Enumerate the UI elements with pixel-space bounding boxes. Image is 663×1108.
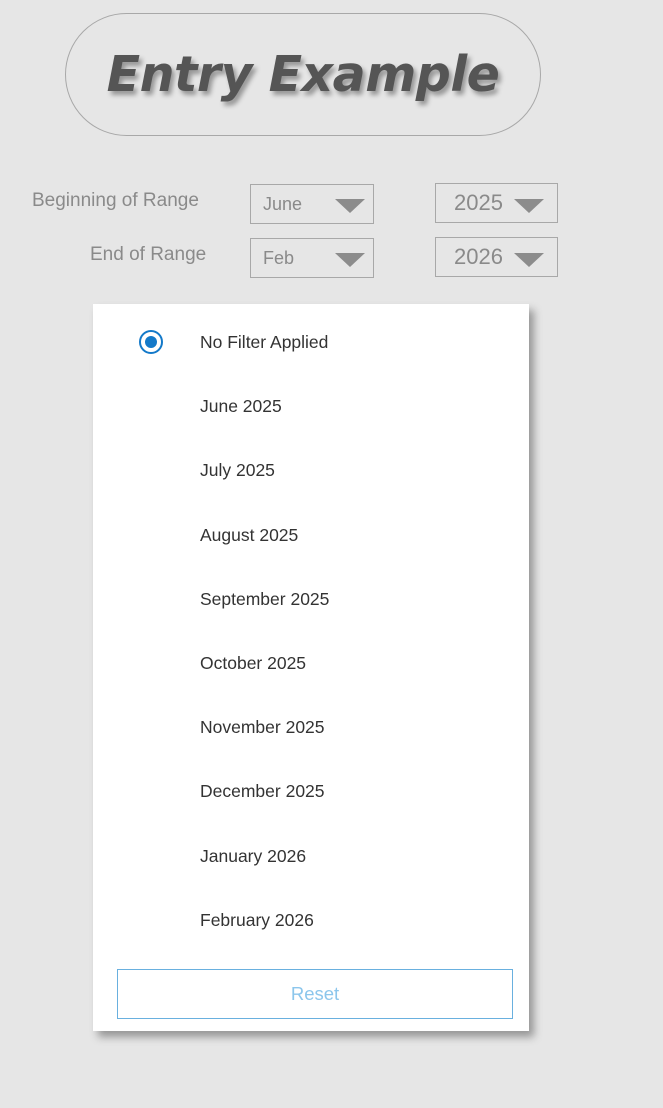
filter-option-label: August 2025: [200, 524, 299, 545]
end-year-select[interactable]: 2026: [435, 237, 558, 277]
beginning-year-select[interactable]: 2025: [435, 183, 558, 223]
filter-option-label: July 2025: [200, 459, 275, 480]
filter-option-label: November 2025: [200, 716, 325, 737]
title-banner: Entry Example: [65, 13, 541, 136]
beginning-month-select[interactable]: June: [250, 184, 374, 224]
end-month-select[interactable]: Feb: [250, 238, 374, 278]
filter-option-label: December 2025: [200, 780, 325, 801]
radio-selected-icon[interactable]: [139, 330, 163, 354]
beginning-month-value: June: [263, 193, 303, 214]
filter-option-label: September 2025: [200, 588, 330, 609]
filter-option[interactable]: December 2025: [93, 771, 529, 811]
filter-option[interactable]: November 2025: [93, 707, 529, 747]
filter-option-label: October 2025: [200, 652, 307, 673]
end-month-value: Feb: [263, 247, 295, 268]
filter-option[interactable]: August 2025: [93, 515, 529, 555]
beginning-year-value: 2025: [454, 190, 503, 215]
filter-option[interactable]: June 2025: [93, 386, 529, 426]
filter-option[interactable]: January 2026: [93, 836, 529, 876]
filter-option[interactable]: February 2026: [93, 900, 529, 940]
page-title: Entry Example: [106, 46, 500, 103]
end-year-value: 2026: [454, 244, 503, 269]
reset-button[interactable]: Reset: [117, 969, 513, 1019]
filter-option-label: February 2026: [200, 909, 314, 930]
filter-option[interactable]: October 2025: [93, 643, 529, 683]
beginning-of-range-label: Beginning of Range: [32, 190, 199, 211]
dropdown-arrow-icon: [514, 199, 544, 213]
filter-option-label: June 2025: [200, 395, 282, 416]
entry-example-page: Entry Example Beginning of Range June 20…: [0, 0, 663, 1108]
dropdown-arrow-icon: [335, 199, 365, 213]
filter-option[interactable]: September 2025: [93, 579, 529, 619]
end-of-range-label: End of Range: [90, 244, 207, 265]
filter-option-label: January 2026: [200, 845, 307, 866]
filter-option[interactable]: July 2025: [93, 450, 529, 490]
dropdown-arrow-icon: [335, 253, 365, 267]
filter-option-label: No Filter Applied: [200, 331, 329, 352]
filter-dropdown-menu: No Filter Applied June 2025 July 2025 Au…: [93, 304, 529, 1031]
filter-option[interactable]: No Filter Applied: [93, 322, 529, 362]
dropdown-arrow-icon: [514, 253, 544, 267]
